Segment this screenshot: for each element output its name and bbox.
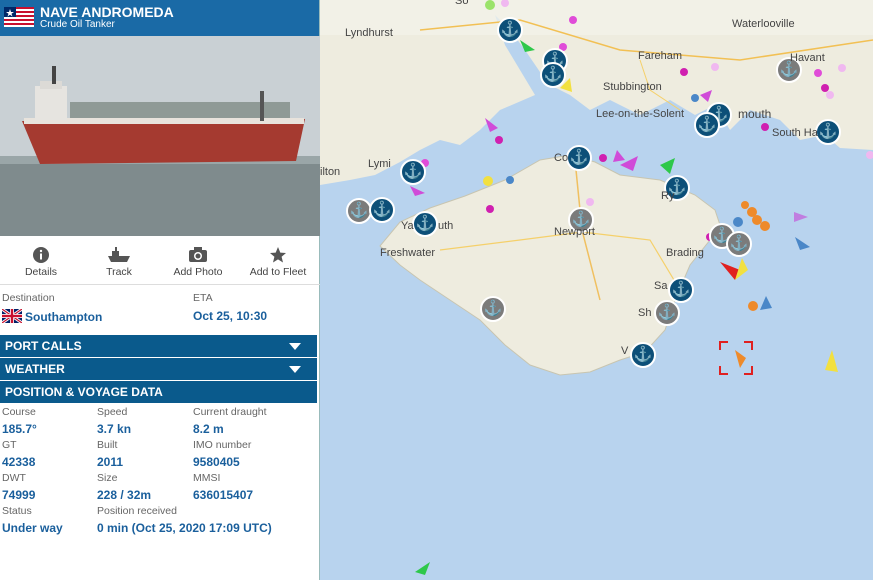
place-label: mouth	[738, 107, 772, 121]
info-icon	[33, 247, 49, 263]
camera-icon	[189, 247, 207, 262]
details-label: Details	[24, 266, 58, 278]
place-label: Sh	[638, 307, 652, 319]
weather-title: WEATHER	[5, 362, 65, 376]
place-label: Lymi	[368, 158, 391, 170]
place-label: V	[621, 345, 629, 357]
place-label: So	[455, 0, 469, 7]
place-label: Newport	[554, 226, 595, 238]
vessel-panel: NAVE ANDROMEDA Crude Oil Tanker Details …	[0, 0, 320, 580]
speed-label: Speed	[97, 406, 128, 418]
built-value: 2011	[97, 455, 124, 469]
place-label: Brading	[666, 247, 704, 259]
place-label: Stubbington	[603, 81, 662, 93]
imo-label: IMO number	[193, 439, 252, 451]
status-label: Status	[2, 505, 32, 517]
size-label: Size	[97, 472, 118, 484]
position-voyage-title: POSITION & VOYAGE DATA	[5, 385, 163, 399]
add-photo-label: Add Photo	[173, 266, 223, 278]
place-label: Lyndhurst	[345, 27, 393, 39]
position-voyage-section[interactable]: POSITION & VOYAGE DATA	[0, 381, 317, 403]
port-calls-title: PORT CALLS	[5, 339, 82, 353]
map-view[interactable]: ⚓ ⚓ ⚓ ⚓ ⚓ ⚓ ⚓ ⚓ ⚓ ⚓ ⚓ ⚓ ⚓ ⚓ ⚓ ⚓ ⚓ ⚓ ⚓ ⚓ …	[320, 0, 873, 580]
place-label: Havant	[790, 52, 825, 64]
place-label: Sa	[654, 280, 668, 292]
destination-link[interactable]: Southampton	[25, 310, 102, 324]
place-label: uth	[438, 220, 454, 232]
status-value: Under way	[2, 521, 63, 535]
vessel-header: NAVE ANDROMEDA Crude Oil Tanker	[0, 0, 319, 36]
place-label: Ya	[401, 220, 414, 232]
port-anchor-icon[interactable]: ⚓	[480, 296, 506, 322]
place-label: Lee-on-the-Solent	[596, 108, 685, 120]
add-to-fleet-label: Add to Fleet	[249, 266, 307, 278]
map-canvas	[320, 0, 873, 580]
port-anchor-icon[interactable]: ⚓	[400, 159, 426, 185]
dwt-label: DWT	[2, 472, 26, 484]
port-anchor-icon[interactable]: ⚓	[369, 197, 395, 223]
place-label: Co	[554, 152, 569, 164]
mmsi-label: MMSI	[193, 472, 221, 484]
gt-label: GT	[2, 439, 17, 451]
place-label: ilton	[320, 166, 341, 178]
port-anchor-icon[interactable]: ⚓	[726, 231, 752, 257]
vessel-photo[interactable]	[0, 36, 320, 236]
port-anchor-icon[interactable]: ⚓	[815, 119, 841, 145]
destination-label: Destination	[2, 292, 55, 304]
uk-flag-icon	[2, 309, 22, 323]
built-label: Built	[97, 439, 118, 451]
place-label: Ry	[661, 190, 675, 202]
port-anchor-icon[interactable]: ⚓	[497, 17, 523, 43]
add-to-fleet-button[interactable]: Add to Fleet	[243, 240, 313, 278]
track-label: Track	[106, 266, 132, 278]
action-toolbar: Details Track Add Photo Add to Fleet	[0, 240, 320, 285]
add-photo-button[interactable]: Add Photo	[163, 240, 233, 278]
place-label: Waterlooville	[732, 18, 795, 30]
draught-label: Current draught	[193, 406, 267, 418]
port-anchor-icon[interactable]: ⚓	[654, 300, 680, 326]
course-value: 185.7°	[2, 422, 37, 436]
port-calls-section[interactable]: PORT CALLS	[0, 335, 317, 357]
position-received-label: Position received	[97, 505, 177, 517]
dwt-value: 74999	[2, 488, 36, 502]
port-anchor-icon[interactable]: ⚓	[566, 145, 592, 171]
ship-icon	[108, 247, 130, 262]
size-value: 228 / 32m	[97, 488, 152, 502]
port-anchor-icon[interactable]: ⚓	[668, 277, 694, 303]
position-received-value: 0 min (Oct 25, 2020 17:09 UTC)	[97, 521, 272, 535]
place-label: Fareham	[638, 50, 683, 62]
track-button[interactable]: Track	[84, 240, 154, 278]
port-anchor-icon[interactable]: ⚓	[630, 342, 656, 368]
place-label: Freshwater	[380, 247, 436, 259]
liberia-flag-icon	[4, 7, 34, 27]
weather-section[interactable]: WEATHER	[0, 358, 317, 380]
vessel-type: Crude Oil Tanker	[40, 19, 115, 30]
chevron-down-icon	[289, 366, 301, 373]
eta-value: Oct 25, 10:30	[193, 309, 268, 323]
chevron-down-icon	[289, 343, 301, 350]
course-label: Course	[2, 406, 36, 418]
gt-value: 42338	[2, 455, 36, 469]
vessel-name: NAVE ANDROMEDA	[40, 4, 174, 20]
mmsi-value: 636015407	[193, 488, 254, 502]
details-button[interactable]: Details	[6, 240, 76, 278]
place-label: South Ha	[772, 127, 818, 139]
port-anchor-icon[interactable]: ⚓	[540, 62, 566, 88]
port-anchor-icon[interactable]: ⚓	[694, 112, 720, 138]
eta-label: ETA	[193, 292, 213, 304]
imo-value: 9580405	[193, 455, 240, 469]
speed-value: 3.7 kn	[97, 422, 132, 436]
star-icon	[270, 247, 286, 263]
port-anchor-icon[interactable]: ⚓	[412, 211, 438, 237]
draught-value: 8.2 m	[193, 422, 224, 436]
